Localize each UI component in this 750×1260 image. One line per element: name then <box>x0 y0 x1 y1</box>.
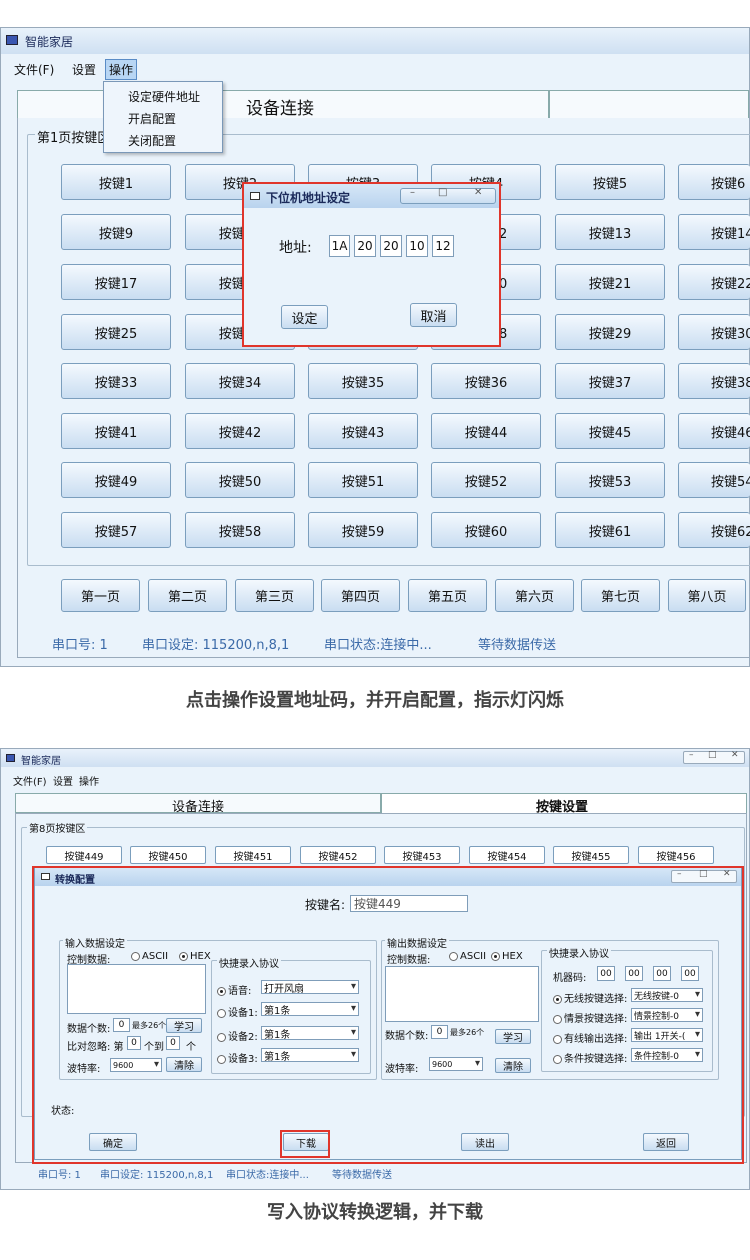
key-button[interactable]: 按键29 <box>555 314 665 350</box>
top-title-bar: 智能家居 <box>1 28 749 54</box>
key-button[interactable]: 按键451 <box>215 846 291 864</box>
key-button[interactable]: 按键53 <box>555 462 665 498</box>
key-button[interactable]: 按键34 <box>185 363 295 399</box>
key-button[interactable]: 按键46 <box>678 413 750 449</box>
status-state: 串口状态:连接中... <box>324 638 432 653</box>
key-group-label: 第1页按键区 <box>35 127 113 146</box>
key-button[interactable]: 按键37 <box>555 363 665 399</box>
menu-item-open-config[interactable]: 开启配置 <box>128 110 176 127</box>
key-button[interactable]: 按键1 <box>61 164 171 200</box>
page-button[interactable]: 第七页 <box>581 579 660 612</box>
menu-file[interactable]: 文件(F) <box>14 61 54 78</box>
page-button[interactable]: 第五页 <box>408 579 487 612</box>
key-button[interactable]: 按键57 <box>61 512 171 548</box>
window-title: 智能家居 <box>21 756 61 767</box>
key-button[interactable]: 按键449 <box>46 846 122 864</box>
key-button[interactable]: 按键42 <box>185 413 295 449</box>
key-button[interactable]: 按键60 <box>431 512 541 548</box>
key-button[interactable]: 按键33 <box>61 363 171 399</box>
key-button[interactable]: 按键453 <box>384 846 460 864</box>
key-button[interactable]: 按键455 <box>553 846 629 864</box>
menu-settings[interactable]: 设置 <box>53 773 73 788</box>
key-button[interactable]: 按键61 <box>555 512 665 548</box>
key-button[interactable]: 按键22 <box>678 264 750 300</box>
page-button[interactable]: 第一页 <box>61 579 140 612</box>
tab-device-connect[interactable]: 设备连接 <box>15 793 381 815</box>
menu-item-set-address[interactable]: 设定硬件地址 <box>128 88 200 105</box>
operate-dropdown: 设定硬件地址 开启配置 关闭配置 <box>103 81 223 153</box>
close-icon[interactable]: ✕ <box>731 750 739 760</box>
bottom-title-bar: 智能家居 – □ ✕ <box>1 749 749 767</box>
download-button-highlight <box>280 1130 330 1158</box>
status-wait: 等待数据传送 <box>332 1170 392 1181</box>
caption-2: 写入协议转换逻辑，并下载 <box>267 1202 483 1223</box>
key-button[interactable]: 按键51 <box>308 462 418 498</box>
key-button[interactable]: 按键62 <box>678 512 750 548</box>
page-button[interactable]: 第四页 <box>321 579 400 612</box>
key-button[interactable]: 按键41 <box>61 413 171 449</box>
key-group-label: 第8页按键区 <box>27 820 88 835</box>
status-port: 串口号: 1 <box>52 638 108 653</box>
key-button[interactable]: 按键58 <box>185 512 295 548</box>
minimize-icon[interactable]: – <box>689 750 694 760</box>
key-button[interactable]: 按键43 <box>308 413 418 449</box>
key-button[interactable]: 按键38 <box>678 363 750 399</box>
key-button[interactable]: 按键9 <box>61 214 171 250</box>
app-icon <box>6 754 15 762</box>
window-title: 智能家居 <box>25 35 74 49</box>
maximize-icon[interactable]: □ <box>708 750 717 760</box>
key-button[interactable]: 按键456 <box>638 846 714 864</box>
key-button[interactable]: 按键45 <box>555 413 665 449</box>
status-setting: 串口设定: 115200,n,8,1 <box>142 638 290 653</box>
page-button[interactable]: 第二页 <box>148 579 227 612</box>
convert-dialog-highlight <box>32 866 744 1164</box>
key-button[interactable]: 按键52 <box>431 462 541 498</box>
key-button[interactable]: 按键14 <box>678 214 750 250</box>
key-button[interactable]: 按键13 <box>555 214 665 250</box>
status-port: 串口号: 1 <box>38 1170 81 1181</box>
status-wait: 等待数据传送 <box>478 638 557 653</box>
menu-item-close-config[interactable]: 关闭配置 <box>128 132 176 149</box>
menu-operate[interactable]: 操作 <box>105 59 138 80</box>
key-button[interactable]: 按键35 <box>308 363 418 399</box>
key-button[interactable]: 按键59 <box>308 512 418 548</box>
tab-device-connect[interactable]: 设备连接 <box>17 90 549 119</box>
key-button[interactable]: 按键452 <box>300 846 376 864</box>
key-button[interactable]: 按键25 <box>61 314 171 350</box>
tab-label: 设备连接 <box>246 99 314 119</box>
key-button[interactable]: 按键5 <box>555 164 665 200</box>
tab-key-settings[interactable]: 按键设置 <box>381 793 747 815</box>
key-button[interactable]: 按键454 <box>469 846 545 864</box>
key-button[interactable]: 按键36 <box>431 363 541 399</box>
address-dialog-highlight <box>242 182 501 347</box>
page-button[interactable]: 第六页 <box>495 579 574 612</box>
page-button[interactable]: 第八页 <box>668 579 746 612</box>
tab-key-settings[interactable] <box>549 90 749 118</box>
menu-settings[interactable]: 设置 <box>72 61 96 78</box>
status-state: 串口状态:连接中... <box>226 1170 309 1181</box>
key-button[interactable]: 按键30 <box>678 314 750 350</box>
menu-file[interactable]: 文件(F) <box>13 773 47 788</box>
status-setting: 串口设定: 115200,n,8,1 <box>100 1170 214 1181</box>
menu-operate[interactable]: 操作 <box>79 773 99 788</box>
key-button[interactable]: 按键54 <box>678 462 750 498</box>
key-button[interactable]: 按键17 <box>61 264 171 300</box>
page-button[interactable]: 第三页 <box>235 579 314 612</box>
key-button[interactable]: 按键44 <box>431 413 541 449</box>
key-button[interactable]: 按键21 <box>555 264 665 300</box>
key-button[interactable]: 按键50 <box>185 462 295 498</box>
key-button[interactable]: 按键6 <box>678 164 750 200</box>
key-button[interactable]: 按键49 <box>61 462 171 498</box>
top-menu-bar: 文件(F) 设置 操作 <box>1 58 749 80</box>
app-icon <box>6 35 18 45</box>
caption-1: 点击操作设置地址码，并开启配置，指示灯闪烁 <box>186 690 564 711</box>
key-button[interactable]: 按键450 <box>130 846 206 864</box>
